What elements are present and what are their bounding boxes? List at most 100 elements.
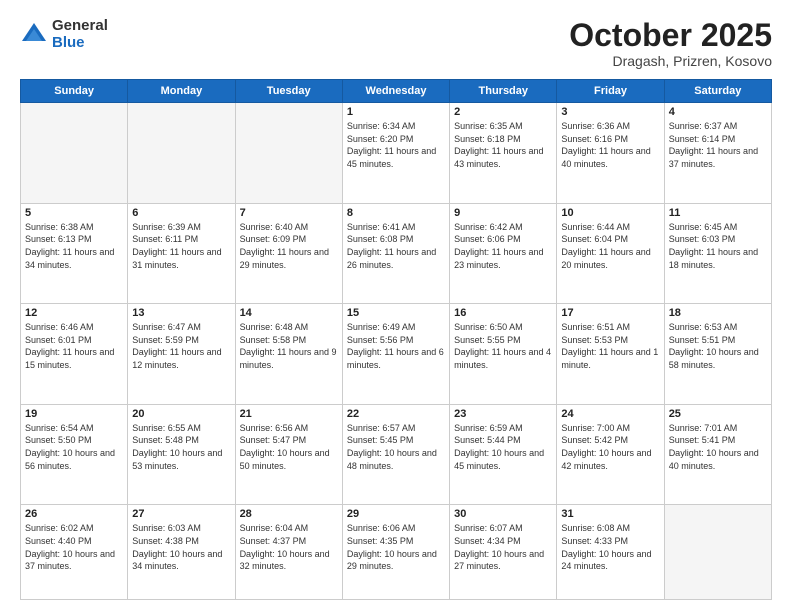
day-number: 25 [669, 408, 767, 420]
cell-info: Sunrise: 6:36 AMSunset: 6:16 PMDaylight:… [561, 120, 659, 170]
day-number: 28 [240, 508, 338, 520]
day-number: 7 [240, 207, 338, 219]
calendar-cell: 16 Sunrise: 6:50 AMSunset: 5:55 PMDayligh… [450, 304, 557, 405]
day-number: 27 [132, 508, 230, 520]
cell-info: Sunrise: 6:53 AMSunset: 5:51 PMDaylight:… [669, 321, 767, 371]
calendar-cell: 6Sunrise: 6:39 AMSunset: 6:11 PMDaylight… [128, 203, 235, 304]
cell-info: Sunrise: 6:02 AMSunset: 4:40 PMDaylight:… [25, 522, 123, 572]
cell-info: Sunrise: 7:00 AMSunset: 5:42 PMDaylight:… [561, 422, 659, 472]
calendar-cell: 28 Sunrise: 6:04 AMSunset: 4:37 PMDayligh… [235, 505, 342, 600]
day-number: 2 [454, 106, 552, 118]
title-month: October 2025 [569, 18, 772, 53]
calendar-cell: 21 Sunrise: 6:56 AMSunset: 5:47 PMDayligh… [235, 404, 342, 505]
calendar-week-row: 1 Sunrise: 6:34 AMSunset: 6:20 PMDaylight… [21, 103, 772, 204]
calendar-day-header: Monday [128, 80, 235, 103]
calendar-cell: 25Sunrise: 7:01 AMSunset: 5:41 PMDayligh… [664, 404, 771, 505]
day-number: 12 [25, 307, 123, 319]
calendar-cell [664, 505, 771, 600]
cell-info: Sunrise: 6:03 AMSunset: 4:38 PMDaylight:… [132, 522, 230, 572]
cell-info: Sunrise: 6:45 AMSunset: 6:03 PMDaylight:… [669, 221, 767, 271]
header: General Blue October 2025 Dragash, Prizr… [20, 18, 772, 69]
day-number: 23 [454, 408, 552, 420]
cell-info: Sunrise: 6:54 AMSunset: 5:50 PMDaylight:… [25, 422, 123, 472]
cell-info: Sunrise: 6:34 AMSunset: 6:20 PMDaylight:… [347, 120, 445, 170]
cell-info: Sunrise: 6:35 AMSunset: 6:18 PMDaylight:… [454, 120, 552, 170]
calendar-cell: 3Sunrise: 6:36 AMSunset: 6:16 PMDaylight… [557, 103, 664, 204]
calendar-week-row: 26 Sunrise: 6:02 AMSunset: 4:40 PMDayligh… [21, 505, 772, 600]
page: General Blue October 2025 Dragash, Prizr… [0, 0, 792, 612]
day-number: 8 [347, 207, 445, 219]
day-number: 17 [561, 307, 659, 319]
day-number: 31 [561, 508, 659, 520]
logo-blue-text: Blue [52, 35, 108, 52]
day-number: 22 [347, 408, 445, 420]
day-number: 16 [454, 307, 552, 319]
calendar-cell: 22 Sunrise: 6:57 AMSunset: 5:45 PMDayligh… [342, 404, 449, 505]
calendar-cell: 2 Sunrise: 6:35 AMSunset: 6:18 PMDaylight… [450, 103, 557, 204]
day-number: 18 [669, 307, 767, 319]
day-number: 11 [669, 207, 767, 219]
day-number: 26 [25, 508, 123, 520]
cell-info: Sunrise: 6:41 AMSunset: 6:08 PMDaylight:… [347, 221, 445, 271]
cell-info: Sunrise: 6:40 AMSunset: 6:09 PMDaylight:… [240, 221, 338, 271]
calendar-cell: 10 Sunrise: 6:44 AMSunset: 6:04 PMDayligh… [557, 203, 664, 304]
cell-info: Sunrise: 6:46 AMSunset: 6:01 PMDaylight:… [25, 321, 123, 371]
cell-info: Sunrise: 6:06 AMSunset: 4:35 PMDaylight:… [347, 522, 445, 572]
calendar-cell: 1 Sunrise: 6:34 AMSunset: 6:20 PMDaylight… [342, 103, 449, 204]
logo-text: General Blue [52, 18, 108, 51]
day-number: 6 [132, 207, 230, 219]
cell-info: Sunrise: 6:42 AMSunset: 6:06 PMDaylight:… [454, 221, 552, 271]
day-number: 24 [561, 408, 659, 420]
title-block: October 2025 Dragash, Prizren, Kosovo [569, 18, 772, 69]
cell-info: Sunrise: 6:59 AMSunset: 5:44 PMDaylight:… [454, 422, 552, 472]
calendar-cell: 29Sunrise: 6:06 AMSunset: 4:35 PMDayligh… [342, 505, 449, 600]
day-number: 13 [132, 307, 230, 319]
cell-info: Sunrise: 6:57 AMSunset: 5:45 PMDaylight:… [347, 422, 445, 472]
cell-info: Sunrise: 6:47 AMSunset: 5:59 PMDaylight:… [132, 321, 230, 371]
cell-info: Sunrise: 6:51 AMSunset: 5:53 PMDaylight:… [561, 321, 659, 371]
cell-info: Sunrise: 6:07 AMSunset: 4:34 PMDaylight:… [454, 522, 552, 572]
calendar-day-header: Saturday [664, 80, 771, 103]
logo-general-text: General [52, 18, 108, 35]
calendar-cell: 7 Sunrise: 6:40 AMSunset: 6:09 PMDaylight… [235, 203, 342, 304]
calendar-cell: 15Sunrise: 6:49 AMSunset: 5:56 PMDayligh… [342, 304, 449, 405]
calendar-cell: 20Sunrise: 6:55 AMSunset: 5:48 PMDayligh… [128, 404, 235, 505]
day-number: 20 [132, 408, 230, 420]
cell-info: Sunrise: 6:38 AMSunset: 6:13 PMDaylight:… [25, 221, 123, 271]
day-number: 9 [454, 207, 552, 219]
logo: General Blue [20, 18, 108, 51]
cell-info: Sunrise: 6:44 AMSunset: 6:04 PMDaylight:… [561, 221, 659, 271]
calendar-cell: 12 Sunrise: 6:46 AMSunset: 6:01 PMDayligh… [21, 304, 128, 405]
cell-info: Sunrise: 6:37 AMSunset: 6:14 PMDaylight:… [669, 120, 767, 170]
calendar-cell: 8 Sunrise: 6:41 AMSunset: 6:08 PMDaylight… [342, 203, 449, 304]
day-number: 1 [347, 106, 445, 118]
calendar-cell: 19Sunrise: 6:54 AMSunset: 5:50 PMDayligh… [21, 404, 128, 505]
calendar-day-header: Wednesday [342, 80, 449, 103]
day-number: 10 [561, 207, 659, 219]
cell-info: Sunrise: 6:08 AMSunset: 4:33 PMDaylight:… [561, 522, 659, 572]
day-number: 15 [347, 307, 445, 319]
calendar-cell: 31 Sunrise: 6:08 AMSunset: 4:33 PMDayligh… [557, 505, 664, 600]
calendar-week-row: 5Sunrise: 6:38 AMSunset: 6:13 PMDaylight… [21, 203, 772, 304]
calendar-cell: 17 Sunrise: 6:51 AMSunset: 5:53 PMDayligh… [557, 304, 664, 405]
calendar-cell [128, 103, 235, 204]
calendar-cell: 9 Sunrise: 6:42 AMSunset: 6:06 PMDaylight… [450, 203, 557, 304]
calendar-cell: 4 Sunrise: 6:37 AMSunset: 6:14 PMDaylight… [664, 103, 771, 204]
calendar-cell [235, 103, 342, 204]
calendar-week-row: 19Sunrise: 6:54 AMSunset: 5:50 PMDayligh… [21, 404, 772, 505]
cell-info: Sunrise: 6:04 AMSunset: 4:37 PMDaylight:… [240, 522, 338, 572]
day-number: 21 [240, 408, 338, 420]
calendar-day-header: Friday [557, 80, 664, 103]
calendar-cell: 23 Sunrise: 6:59 AMSunset: 5:44 PMDayligh… [450, 404, 557, 505]
calendar-cell: 24 Sunrise: 7:00 AMSunset: 5:42 PMDayligh… [557, 404, 664, 505]
calendar-table: SundayMondayTuesdayWednesdayThursdayFrid… [20, 79, 772, 600]
day-number: 4 [669, 106, 767, 118]
title-location: Dragash, Prizren, Kosovo [569, 53, 772, 69]
cell-info: Sunrise: 6:50 AMSunset: 5:55 PMDaylight:… [454, 321, 552, 371]
calendar-cell: 5Sunrise: 6:38 AMSunset: 6:13 PMDaylight… [21, 203, 128, 304]
calendar-cell: 13 Sunrise: 6:47 AMSunset: 5:59 PMDayligh… [128, 304, 235, 405]
calendar-cell: 30Sunrise: 6:07 AMSunset: 4:34 PMDayligh… [450, 505, 557, 600]
calendar-day-header: Thursday [450, 80, 557, 103]
cell-info: Sunrise: 6:56 AMSunset: 5:47 PMDaylight:… [240, 422, 338, 472]
calendar-header-row: SundayMondayTuesdayWednesdayThursdayFrid… [21, 80, 772, 103]
